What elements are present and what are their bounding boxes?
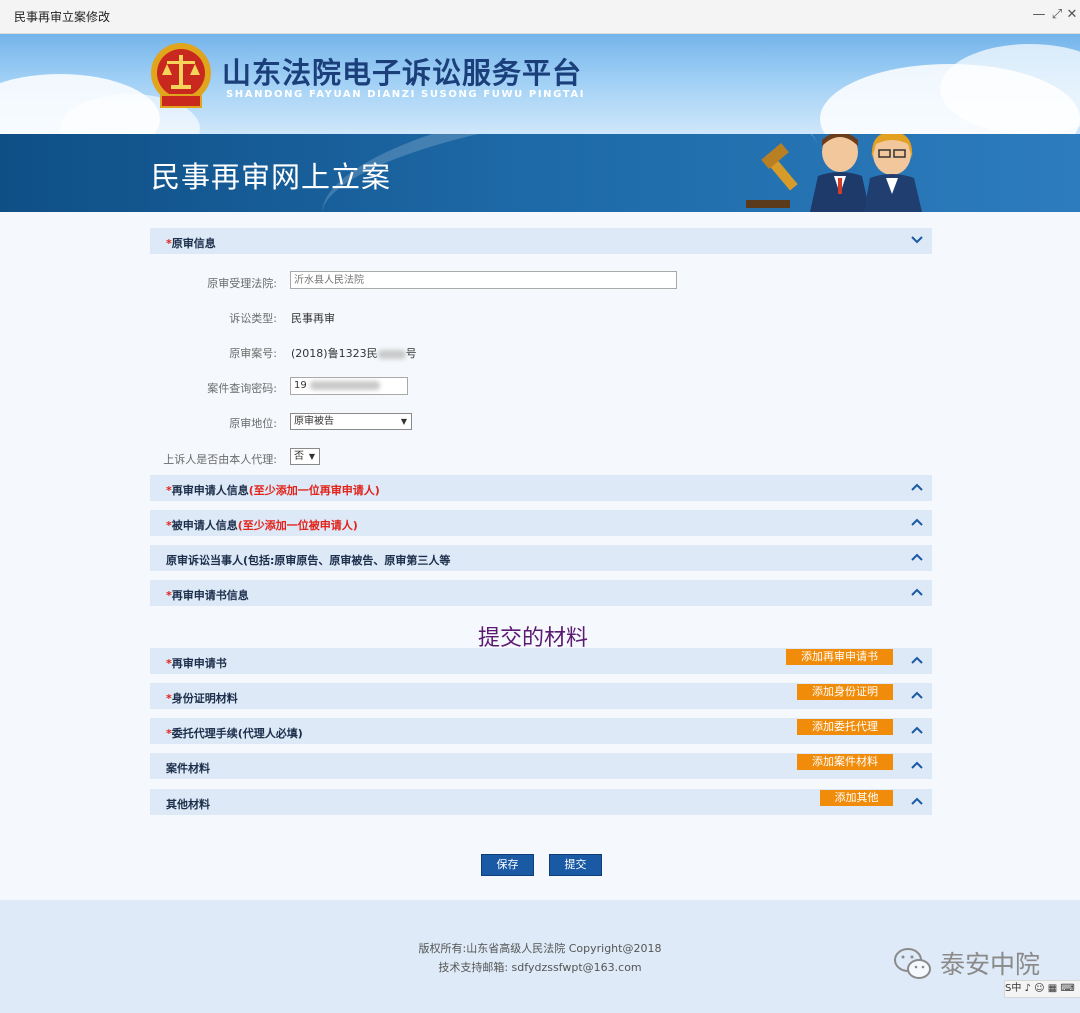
case-number-suffix: 号	[405, 347, 417, 360]
court-emblem-icon	[151, 43, 211, 108]
section-original-trial[interactable]: *原审信息	[150, 228, 932, 254]
window-titlebar: 民事再审立案修改 — ⤢ ✕	[0, 0, 1080, 34]
form-area: *原审信息 原审受理法院: 诉讼类型: 民事再审 原审案号: (2018)鲁13…	[0, 212, 1080, 900]
chevron-up-icon[interactable]	[910, 550, 924, 564]
chevron-up-icon[interactable]	[910, 653, 924, 667]
chevron-up-icon[interactable]	[910, 480, 924, 494]
section-parties[interactable]: 原审诉讼当事人(包括:原审原告、原审被告、原审第三人等	[150, 545, 932, 571]
chevron-up-icon[interactable]	[910, 758, 924, 772]
self-agent-label: 上诉人是否由本人代理:	[163, 453, 277, 466]
dropdown-arrow-icon: ▼	[400, 417, 407, 426]
material-identity[interactable]: *身份证明材料 添加身份证明	[150, 683, 932, 709]
material-case[interactable]: 案件材料 添加案件材料	[150, 753, 932, 779]
material-label: 再审申请书	[171, 657, 227, 670]
platform-title-en: SHANDONG FAYUAN DIANZI SUSONG FUWU PINGT…	[226, 89, 586, 100]
ime-toolbar[interactable]: S中 ♪ ☺ ▦ ⌨	[1004, 980, 1080, 998]
status-select-value: 原审被告	[294, 416, 334, 427]
add-identity-button[interactable]: 添加身份证明	[797, 684, 893, 700]
court-input[interactable]	[290, 271, 677, 289]
section-label: 原审诉讼当事人(包括:原审原告、原审被告、原审第三人等	[166, 554, 451, 567]
close-icon[interactable]: ✕	[1064, 7, 1080, 23]
chevron-up-icon[interactable]	[910, 515, 924, 529]
page-title: 民事再审网上立案	[151, 160, 392, 194]
section-warning: (至少添加一位再审申请人)	[248, 484, 380, 497]
footer: 版权所有:山东省高级人民法院 Copyright@2018 技术支持邮箱: sd…	[0, 900, 1080, 1013]
section-label: 原审信息	[171, 237, 216, 250]
chevron-up-icon[interactable]	[910, 723, 924, 737]
case-number-label: 原审案号:	[229, 347, 277, 360]
add-attorney-button[interactable]: 添加委托代理	[797, 719, 893, 735]
material-label: 案件材料	[166, 762, 210, 775]
material-label: 身份证明材料	[171, 692, 238, 705]
submit-button[interactable]: 提交	[549, 854, 602, 876]
section-applicant[interactable]: *再审申请人信息(至少添加一位再审申请人)	[150, 475, 932, 501]
chevron-down-icon[interactable]	[910, 233, 924, 247]
add-other-button[interactable]: 添加其他	[820, 790, 893, 806]
type-label: 诉讼类型:	[229, 312, 277, 325]
section-application-info[interactable]: *再审申请书信息	[150, 580, 932, 606]
self-agent-value: 否	[294, 451, 304, 462]
material-label: 其他材料	[166, 798, 210, 811]
self-agent-select[interactable]: 否 ▼	[290, 448, 320, 465]
add-retrial-application-button[interactable]: 添加再审申请书	[786, 649, 893, 665]
chevron-up-icon[interactable]	[910, 585, 924, 599]
court-label: 原审受理法院:	[207, 277, 277, 290]
section-label: 再审申请人信息	[171, 484, 249, 497]
section-label: 再审申请书信息	[171, 589, 249, 602]
status-select[interactable]: 原审被告 ▼	[290, 413, 412, 430]
password-input[interactable]: 19	[290, 377, 408, 395]
watermark-text: 泰安中院	[940, 950, 1041, 979]
chevron-up-icon[interactable]	[910, 794, 924, 808]
material-other[interactable]: 其他材料 添加其他	[150, 789, 932, 815]
save-button[interactable]: 保存	[481, 854, 534, 876]
section-respondent[interactable]: *被申请人信息(至少添加一位被申请人)	[150, 510, 932, 536]
redacted-password	[309, 380, 380, 390]
section-label: 被申请人信息	[171, 519, 238, 532]
material-power-of-attorney[interactable]: *委托代理手续(代理人必填) 添加委托代理	[150, 718, 932, 744]
type-value: 民事再审	[291, 312, 335, 325]
chevron-up-icon[interactable]	[910, 688, 924, 702]
dropdown-arrow-icon: ▼	[308, 452, 315, 461]
judges-illustration-icon	[746, 134, 922, 212]
minimize-icon[interactable]: —	[1031, 7, 1047, 23]
add-case-material-button[interactable]: 添加案件材料	[797, 754, 893, 770]
material-label: 委托代理手续(代理人必填)	[171, 727, 303, 740]
case-number-value: (2018)鲁1323民 号	[291, 345, 417, 361]
wechat-icon	[894, 948, 931, 979]
password-label: 案件查询密码:	[207, 382, 277, 395]
case-number-prefix: (2018)鲁1323民	[291, 347, 378, 360]
password-value: 19	[294, 380, 307, 391]
platform-title: 山东法院电子诉讼服务平台	[222, 56, 583, 90]
page-banner: 民事再审网上立案	[0, 134, 1080, 212]
header-banner: 山东法院电子诉讼服务平台 SHANDONG FAYUAN DIANZI SUSO…	[0, 34, 1080, 134]
section-warning: (至少添加一位被申请人)	[237, 519, 358, 532]
status-label: 原审地位:	[229, 417, 277, 430]
redacted-digits	[377, 349, 406, 359]
material-retrial-application[interactable]: *再审申请书 添加再审申请书	[150, 648, 932, 674]
window-title: 民事再审立案修改	[14, 10, 111, 24]
maximize-icon[interactable]: ⤢	[1049, 7, 1065, 23]
